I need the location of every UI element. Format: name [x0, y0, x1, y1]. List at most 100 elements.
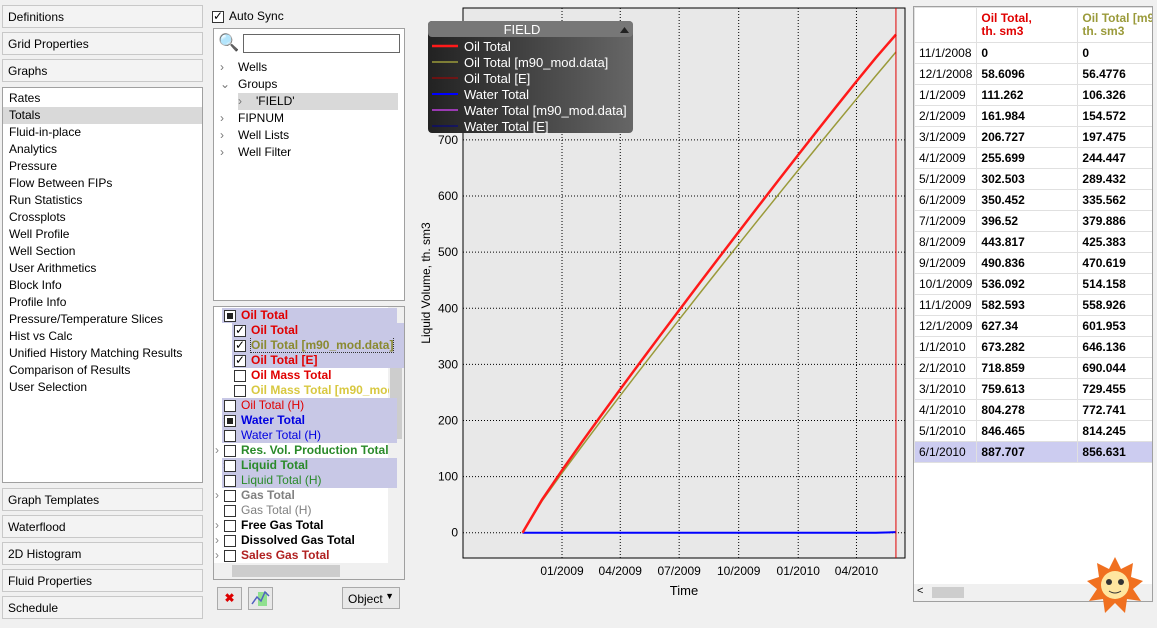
graph-item[interactable]: Run Statistics: [3, 192, 202, 209]
scroll-thumb[interactable]: [232, 565, 340, 577]
series-checkbox[interactable]: [224, 474, 236, 487]
chevron-right-icon[interactable]: ›: [215, 443, 219, 458]
series-item[interactable]: Oil Total: [232, 323, 404, 338]
column-header[interactable]: Oil Total, th. sm3: [976, 7, 1079, 43]
tree-item[interactable]: › FIPNUM: [220, 110, 284, 127]
chart-area[interactable]: 01/2009 04/2009 07/2009 10/2009 01/2010 04/20…: [410, 6, 910, 602]
table-row[interactable]: 8/1/2009 443.817 425.383: [914, 231, 1152, 253]
series-checkbox[interactable]: [224, 534, 236, 547]
table-row[interactable]: 4/1/2010 804.278 772.741: [914, 399, 1152, 421]
series-item[interactable]: › Dissolved Gas Total: [214, 533, 389, 548]
series-item[interactable]: › Res. Vol. Production Total: [214, 443, 389, 458]
table-row[interactable]: 10/1/2009 536.092 514.158: [914, 273, 1152, 295]
remove-button[interactable]: ✖: [217, 587, 242, 610]
accordion-definitions[interactable]: Definitions: [2, 5, 203, 28]
table-row[interactable]: 5/1/2009 302.503 289.432: [914, 168, 1152, 190]
series-checkbox[interactable]: [224, 489, 236, 502]
search-input[interactable]: [243, 34, 400, 53]
tree-item[interactable]: › Well Lists: [220, 127, 289, 144]
table-row[interactable]: 2/1/2009 161.984 154.572: [914, 105, 1152, 127]
table-row[interactable]: 4/1/2009 255.699 244.447: [914, 147, 1152, 169]
series-item[interactable]: Oil Total [E]: [232, 353, 404, 368]
graph-item[interactable]: Crossplots: [3, 209, 202, 226]
accordion-grid-properties[interactable]: Grid Properties: [2, 32, 203, 55]
series-item[interactable]: ›Liquid Total: [222, 458, 397, 473]
chevron-right-icon[interactable]: ›: [220, 110, 238, 127]
series-checkbox[interactable]: [224, 549, 236, 562]
tree-item[interactable]: › Wells: [220, 59, 267, 76]
series-checkbox[interactable]: [224, 414, 236, 427]
chevron-right-icon[interactable]: ›: [215, 548, 219, 563]
scroll-thumb[interactable]: [932, 587, 964, 598]
series-checkbox[interactable]: [224, 309, 236, 322]
horizontal-scrollbar[interactable]: [214, 563, 404, 579]
accordion-fluid-properties[interactable]: Fluid Properties: [2, 569, 203, 592]
table-row[interactable]: 7/1/2009 396.52 379.886: [914, 210, 1152, 232]
series-checkbox[interactable]: [234, 369, 246, 382]
graph-item[interactable]: Profile Info: [3, 294, 202, 311]
graph-item[interactable]: Rates: [3, 90, 202, 107]
object-dropdown[interactable]: Object ▼: [342, 587, 400, 609]
chevron-right-icon[interactable]: ›: [238, 93, 256, 110]
table-row[interactable]: 1/1/2010 673.282 646.136: [914, 336, 1152, 358]
series-item[interactable]: Oil Mass Total: [214, 368, 389, 383]
graph-item[interactable]: Well Profile: [3, 226, 202, 243]
chevron-right-icon[interactable]: ›: [220, 127, 238, 144]
chevron-right-icon[interactable]: ›: [220, 59, 238, 76]
table-row[interactable]: 12/1/2009 627.34 601.953: [914, 315, 1152, 337]
graph-item[interactable]: Comparison of Results: [3, 362, 202, 379]
series-item[interactable]: › Gas Total: [214, 488, 389, 503]
series-checkbox[interactable]: [234, 384, 246, 397]
chevron-right-icon[interactable]: ›: [215, 533, 219, 548]
series-item[interactable]: ›Water Total: [222, 413, 397, 428]
chart-style-button[interactable]: [248, 587, 273, 610]
graph-item[interactable]: User Arithmetics: [3, 260, 202, 277]
series-checkbox[interactable]: [234, 338, 246, 353]
series-item[interactable]: Oil Mass Total [m90_mod.data]: [214, 383, 389, 398]
series-item[interactable]: › Sales Gas Total: [214, 548, 389, 563]
series-item[interactable]: Water Total (H): [222, 428, 397, 443]
table-row[interactable]: 6/1/2009 350.452 335.562: [914, 189, 1152, 211]
accordion-graphs[interactable]: Graphs: [2, 59, 203, 82]
accordion-schedule[interactable]: Schedule: [2, 596, 203, 619]
series-checkbox[interactable]: [224, 504, 236, 517]
table-row[interactable]: 11/1/2008 0 0: [914, 42, 1152, 64]
accordion-2d-histogram[interactable]: 2D Histogram: [2, 542, 203, 565]
series-item[interactable]: ⌄Oil Total: [222, 308, 397, 323]
series-checkbox[interactable]: [224, 444, 236, 457]
series-item[interactable]: › Free Gas Total: [214, 518, 389, 533]
graph-item[interactable]: Well Section: [3, 243, 202, 260]
table-row[interactable]: 12/1/2008 58.6096 56.4776: [914, 63, 1152, 85]
column-header[interactable]: Oil Total [m90_mod.data],th. sm3: [1077, 7, 1152, 43]
graph-item[interactable]: Pressure: [3, 158, 202, 175]
series-checkbox[interactable]: [224, 459, 236, 472]
legend[interactable]: FIELD Oil TotalOil Total [m90_mod.data]Oi…: [428, 21, 633, 134]
table-row[interactable]: 9/1/2009 490.836 470.619: [914, 252, 1152, 274]
tree-item[interactable]: › Well Filter: [220, 144, 291, 161]
chevron-right-icon[interactable]: ›: [220, 144, 238, 161]
series-checkbox[interactable]: [224, 399, 236, 412]
chevron-right-icon[interactable]: ›: [215, 488, 219, 503]
graph-item[interactable]: Pressure/Temperature Slices: [3, 311, 202, 328]
series-checkbox[interactable]: [234, 353, 246, 368]
table-row[interactable]: 11/1/2009 582.593 558.926: [914, 294, 1152, 316]
table-row[interactable]: 3/1/2009 206.727 197.475: [914, 126, 1152, 148]
graph-item[interactable]: Totals: [3, 107, 202, 124]
tree-item[interactable]: › 'FIELD': [238, 93, 398, 110]
graph-item[interactable]: Unified History Matching Results: [3, 345, 202, 362]
graph-item[interactable]: User Selection: [3, 379, 202, 396]
table-row[interactable]: 3/1/2010 759.613 729.455: [914, 378, 1152, 400]
table-row[interactable]: 5/1/2010 846.465 814.245: [914, 420, 1152, 442]
graph-item[interactable]: Block Info: [3, 277, 202, 294]
graph-item[interactable]: Fluid-in-place: [3, 124, 202, 141]
auto-sync-checkbox[interactable]: Auto Sync: [212, 9, 284, 23]
accordion-waterflood[interactable]: Waterflood: [2, 515, 203, 538]
series-item[interactable]: Oil Total [m90_mod.data]: [232, 338, 404, 353]
series-checkbox[interactable]: [234, 323, 246, 338]
accordion-graph-templates[interactable]: Graph Templates: [2, 488, 203, 511]
table-row[interactable]: 6/1/2010 887.707 856.631: [914, 441, 1152, 463]
series-checkbox[interactable]: [224, 429, 236, 442]
chevron-right-icon[interactable]: ›: [215, 518, 219, 533]
graph-item[interactable]: Analytics: [3, 141, 202, 158]
table-row[interactable]: 2/1/2010 718.859 690.044: [914, 357, 1152, 379]
